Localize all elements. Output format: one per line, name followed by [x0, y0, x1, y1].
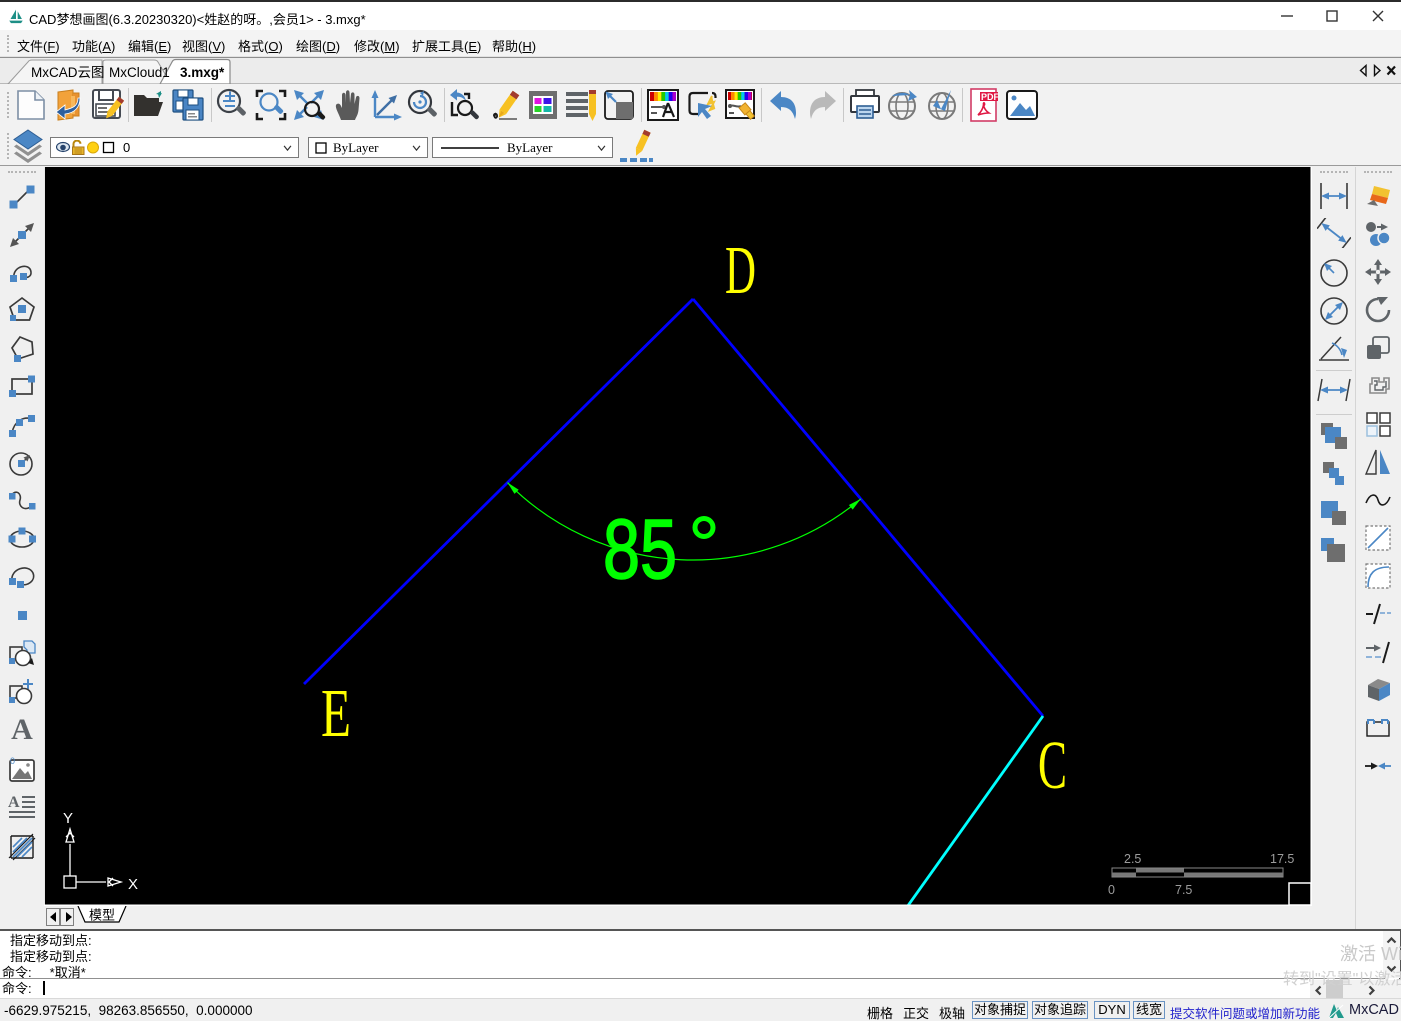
- svg-text:A: A: [8, 794, 20, 811]
- svg-text:3.mxg*: 3.mxg*: [180, 65, 225, 80]
- svg-text:E: E: [321, 675, 351, 751]
- svg-text:7.5: 7.5: [1175, 883, 1192, 897]
- svg-text:D: D: [725, 232, 756, 308]
- svg-text:Y: Y: [63, 810, 73, 827]
- svg-text:0: 0: [10, 756, 15, 766]
- svg-text:MxCloud1: MxCloud1: [109, 65, 170, 80]
- svg-text:PDF: PDF: [981, 92, 1000, 102]
- svg-text:C: C: [1038, 727, 1067, 803]
- svg-text:2.5: 2.5: [1124, 852, 1141, 866]
- svg-text:85: 85: [603, 502, 677, 596]
- svg-text:模型: 模型: [89, 908, 115, 923]
- svg-text:0: 0: [1108, 883, 1115, 897]
- svg-text:X: X: [128, 876, 138, 893]
- svg-text:MxCAD云图: MxCAD云图: [31, 65, 105, 80]
- svg-text:17.5: 17.5: [1270, 852, 1294, 866]
